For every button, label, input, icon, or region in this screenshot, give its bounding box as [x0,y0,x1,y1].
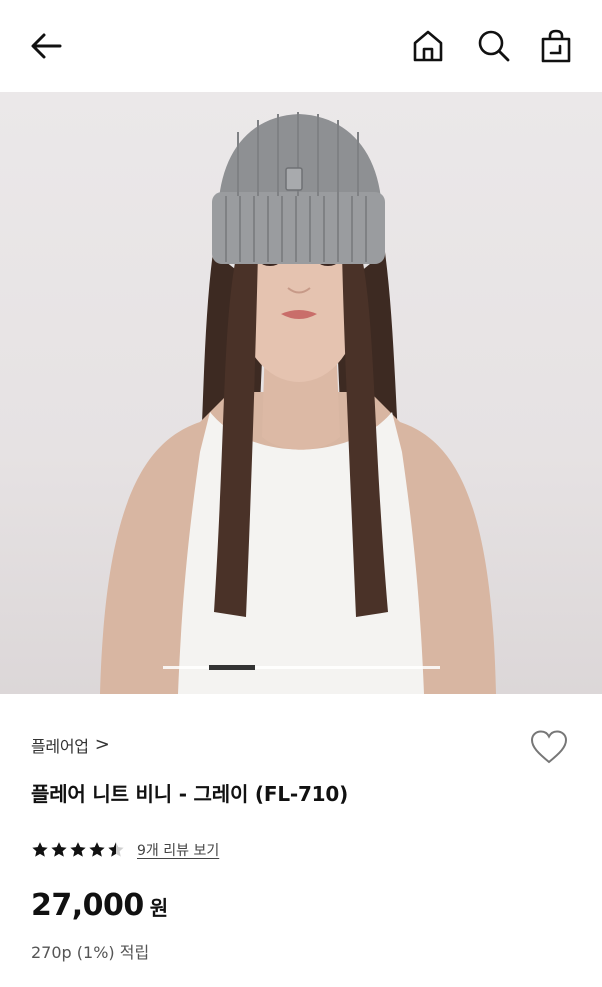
price-currency: 원 [149,896,169,920]
wishlist-button[interactable] [527,727,571,767]
slide-indicator-track [163,666,440,669]
search-icon [478,30,510,62]
reward-points: 270p (1%) 적립 [31,943,150,962]
star-full-icon [32,842,48,857]
brand-link[interactable]: 플레어업 > [31,733,110,757]
back-button[interactable] [24,24,68,68]
arrow-left-icon [31,33,62,59]
price-value: 27,000 [31,888,144,923]
search-button[interactable] [472,24,516,68]
chevron-right-icon: > [94,734,110,755]
rating-row: 9개 리뷰 보기 [31,838,219,862]
top-app-bar [0,0,602,92]
review-link[interactable]: 9개 리뷰 보기 [137,840,219,860]
price-row: 27,000 원 [31,888,168,923]
cart-button[interactable] [534,24,578,68]
star-full-icon [70,842,86,857]
star-full-icon [51,842,67,857]
star-full-icon [89,842,105,857]
home-icon [413,30,443,62]
star-half-icon [108,842,124,857]
product-image-gallery[interactable] [0,92,602,694]
brand-name: 플레어업 [31,737,89,756]
slide-indicator-active [209,665,255,670]
shopping-bag-icon [541,29,571,63]
product-photo [100,112,496,694]
star-rating [31,841,125,859]
product-title: 플레어 니트 비니 - 그레이 (FL-710) [31,782,349,806]
home-button[interactable] [406,24,450,68]
heart-outline-icon [530,730,568,764]
